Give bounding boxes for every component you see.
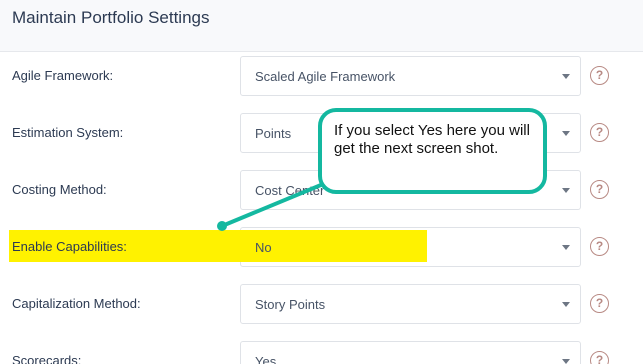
portfolio-settings-page: Maintain Portfolio Settings Agile Framew…	[0, 0, 643, 364]
callout-dot	[217, 221, 227, 231]
annotation-callout: If you select Yes here you will get the …	[318, 108, 547, 194]
